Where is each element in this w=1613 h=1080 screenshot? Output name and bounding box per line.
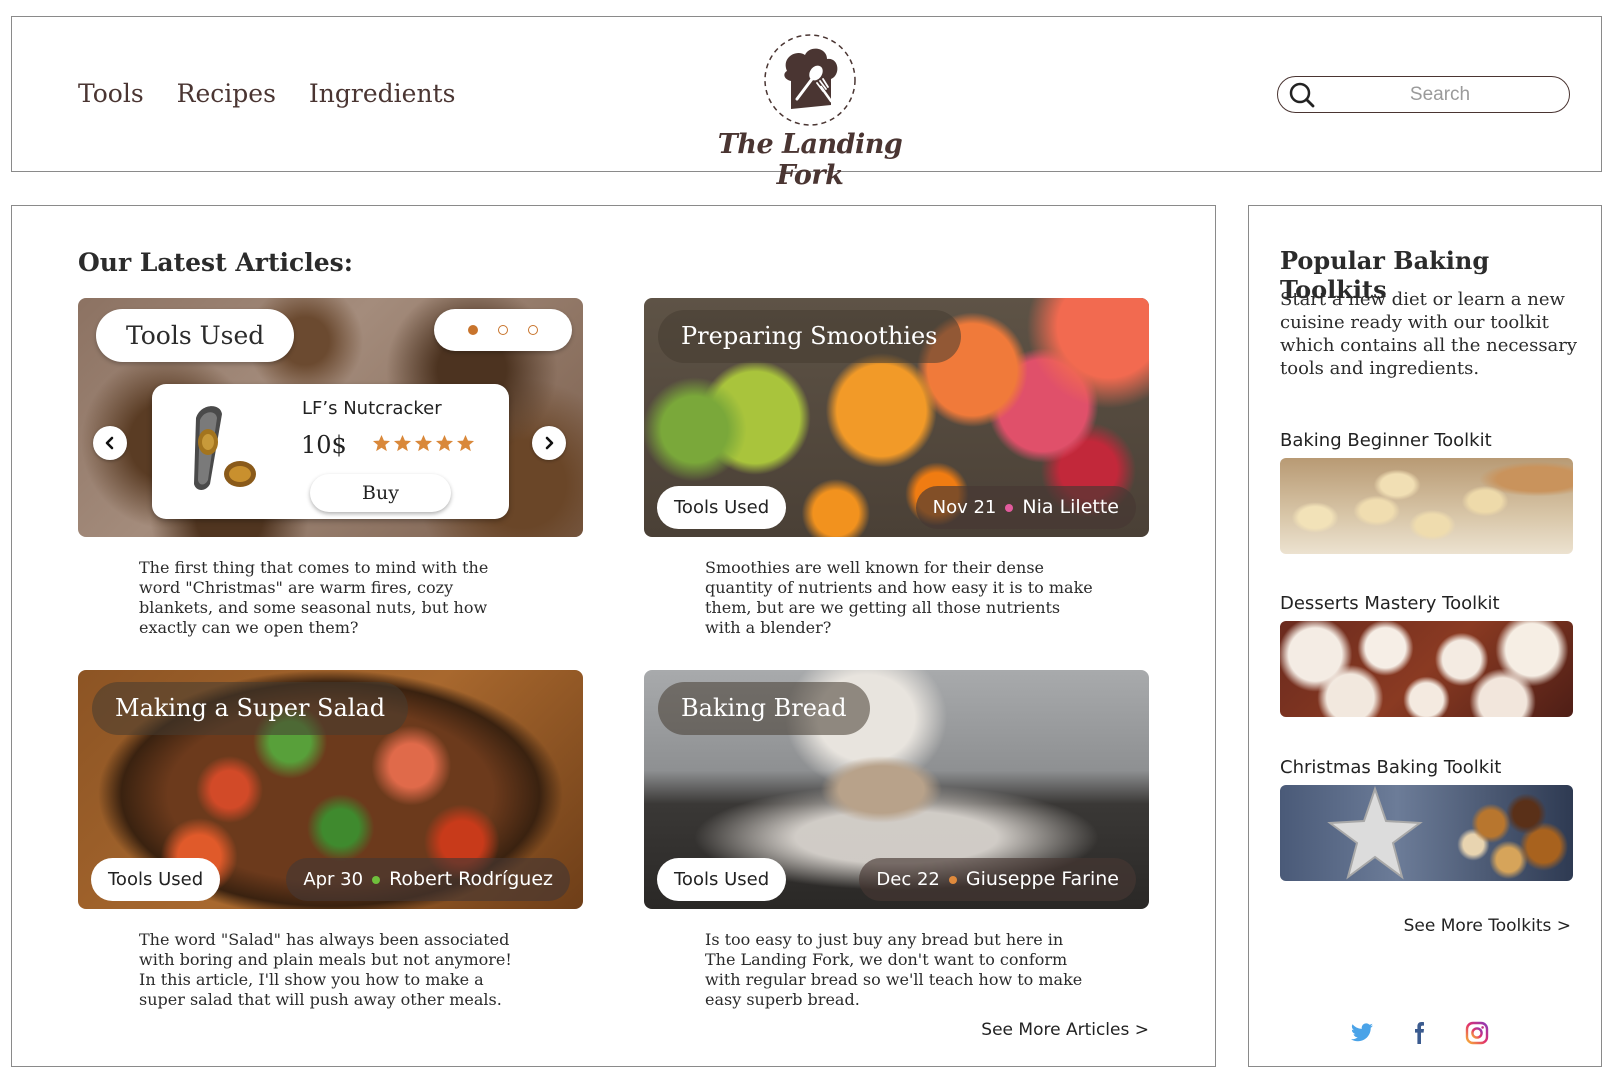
article-author[interactable]: Robert Rodríguez	[389, 858, 553, 901]
toolkit-image-christmas-cookies[interactable]	[1280, 785, 1573, 881]
meta-separator-dot	[948, 875, 957, 884]
tools-used-button[interactable]: Tools Used	[657, 858, 787, 901]
brand-name: The Landing Fork	[717, 129, 903, 191]
star-icon	[372, 434, 391, 452]
see-more-articles-link[interactable]: See More Articles >	[981, 1020, 1149, 1040]
facebook-icon[interactable]	[1407, 1021, 1431, 1045]
toolkit-title[interactable]: Christmas Baking Toolkit	[1280, 757, 1501, 778]
toolkit-title[interactable]: Desserts Mastery Toolkit	[1280, 593, 1500, 614]
article-card-bread[interactable]: Baking Bread Tools Used Dec 22 Giuseppe …	[644, 670, 1149, 909]
buy-button[interactable]: Buy	[310, 474, 451, 512]
carousel-next-button[interactable]	[532, 426, 566, 460]
nav-ingredients[interactable]: Ingredients	[309, 79, 456, 108]
article-meta: Dec 22 Giuseppe Farine	[859, 858, 1136, 901]
article-date: Nov 21	[932, 497, 997, 518]
see-more-toolkits-link[interactable]: See More Toolkits >	[1404, 916, 1571, 936]
main-nav: Tools Recipes Ingredients	[78, 79, 455, 108]
carousel-pagination	[434, 309, 572, 351]
carousel-dot[interactable]	[528, 325, 538, 335]
site-header: Tools Recipes Ingredients The Landing Fo…	[11, 16, 1602, 191]
product-price: 10$	[301, 431, 347, 459]
carousel-prev-button[interactable]	[93, 426, 127, 460]
toolkit-image-cupcakes[interactable]	[1280, 621, 1573, 717]
article-card-smoothies[interactable]: Preparing Smoothies Tools Used Nov 21 Ni…	[644, 298, 1149, 537]
search-input[interactable]	[1322, 81, 1558, 108]
article-card-salad[interactable]: Making a Super Salad Tools Used Apr 30 R…	[78, 670, 583, 909]
articles-panel: Our Latest Articles: Tools Used LF’s Nut	[11, 205, 1216, 1067]
carousel-dot[interactable]	[468, 325, 478, 335]
article-excerpt: Is too easy to just buy any bread but he…	[705, 930, 1083, 1009]
toolkit-image-dough[interactable]	[1280, 458, 1573, 554]
nutcracker-image	[194, 406, 256, 490]
product-card: LF’s Nutcracker 10$ Buy	[152, 384, 509, 519]
star-icon	[456, 434, 475, 452]
toolkit-title[interactable]: Baking Beginner Toolkit	[1280, 430, 1492, 451]
social-links	[1349, 1021, 1489, 1045]
carousel-dot[interactable]	[498, 325, 508, 335]
twitter-icon[interactable]	[1349, 1021, 1373, 1045]
chevron-right-icon	[545, 436, 554, 450]
nav-tools[interactable]: Tools	[78, 79, 144, 108]
article-title: Preparing Smoothies	[658, 310, 961, 363]
tools-used-button[interactable]: Tools Used	[657, 486, 787, 529]
article-title: Making a Super Salad	[92, 682, 409, 735]
star-icon	[414, 434, 433, 452]
search-box	[1277, 76, 1570, 113]
meta-separator-dot	[372, 875, 381, 884]
tools-used-title: Tools Used	[96, 309, 295, 362]
tools-used-button[interactable]: Tools Used	[91, 858, 221, 901]
article-excerpt: The first thing that comes to mind with …	[139, 558, 489, 637]
article-date: Dec 22	[876, 869, 940, 890]
search-icon[interactable]	[1288, 81, 1316, 109]
sidebar-description: Start a new diet or learn a new cuisine …	[1280, 289, 1578, 379]
star-ornament-image	[1327, 785, 1423, 880]
article-author[interactable]: Nia Lilette	[1022, 486, 1119, 529]
featured-tools-card: Tools Used LF’s Nutcracker 10$ Buy	[78, 298, 583, 537]
article-meta: Apr 30 Robert Rodríguez	[286, 858, 570, 901]
nav-recipes[interactable]: Recipes	[177, 79, 276, 108]
article-date: Apr 30	[303, 869, 364, 890]
article-author[interactable]: Giuseppe Farine	[966, 858, 1119, 901]
product-name: LF’s Nutcracker	[302, 398, 442, 419]
section-title: Our Latest Articles:	[78, 248, 353, 277]
toolkits-sidebar: Popular Baking Toolkits Start a new diet…	[1248, 205, 1602, 1067]
article-meta: Nov 21 Nia Lilette	[915, 486, 1136, 529]
star-icon	[393, 434, 412, 452]
chevron-left-icon	[105, 436, 114, 450]
instagram-icon[interactable]	[1465, 1021, 1489, 1045]
chef-hat-logo-icon[interactable]	[761, 31, 859, 129]
article-excerpt: The word "Salad" has always been associa…	[139, 930, 512, 1009]
meta-separator-dot	[1005, 503, 1014, 512]
article-excerpt: Smoothies are well known for their dense…	[705, 558, 1093, 637]
star-rating	[372, 434, 475, 453]
article-title: Baking Bread	[658, 682, 870, 735]
star-icon	[435, 434, 454, 452]
